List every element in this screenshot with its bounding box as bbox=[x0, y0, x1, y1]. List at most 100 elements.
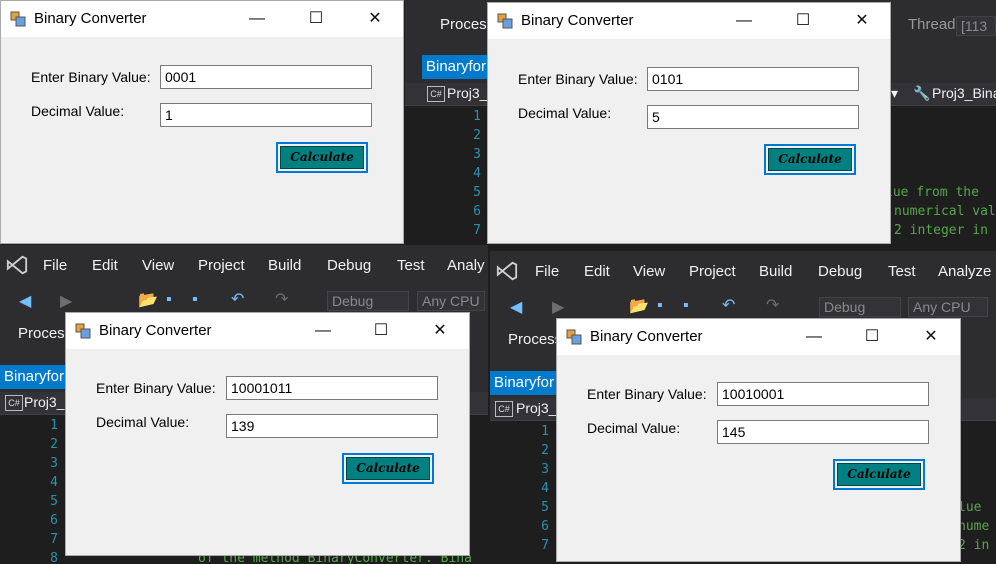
thread-label: Thread: bbox=[908, 16, 960, 33]
undo-icon[interactable]: ↶ bbox=[231, 289, 244, 309]
maximize-button[interactable]: ☐ bbox=[780, 3, 826, 39]
save-icon[interactable]: ▪ bbox=[166, 291, 172, 309]
project-nav[interactable]: Proj3_ bbox=[24, 394, 64, 410]
title-bar[interactable]: Binary Converter — ☐ ✕ bbox=[66, 313, 469, 349]
line-number: 7 bbox=[473, 223, 481, 238]
title-bar[interactable]: Binary Converter — ☐ ✕ bbox=[557, 319, 960, 355]
forward-icon[interactable]: ▶ bbox=[60, 291, 72, 311]
open-folder-icon[interactable]: 📂 bbox=[138, 290, 158, 310]
line-number: 6 bbox=[50, 513, 58, 528]
decimal-output[interactable]: 145 bbox=[717, 420, 929, 444]
menu-project[interactable]: Project bbox=[689, 263, 736, 280]
title-bar[interactable]: Binary Converter — ☐ ✕ bbox=[1, 1, 403, 37]
menu-project[interactable]: Project bbox=[198, 257, 245, 274]
undo-icon[interactable]: ↶ bbox=[722, 295, 735, 315]
menu-debug[interactable]: Debug bbox=[818, 263, 862, 280]
document-tab[interactable]: Binaryfor bbox=[422, 55, 491, 79]
menu-file[interactable]: File bbox=[43, 257, 67, 274]
menu-edit[interactable]: Edit bbox=[92, 257, 118, 274]
binary-converter-window: Binary Converter — ☐ ✕ Enter Binary Valu… bbox=[487, 2, 891, 244]
line-number: 2 bbox=[541, 443, 549, 458]
line-number: 4 bbox=[50, 475, 58, 490]
chevron-down-icon[interactable]: ▾ bbox=[891, 85, 898, 102]
binary-input[interactable]: 0001 bbox=[160, 65, 372, 89]
document-tab[interactable]: Binaryfor bbox=[0, 365, 69, 389]
binary-label: Enter Binary Value: bbox=[31, 69, 151, 85]
close-button[interactable]: ✕ bbox=[908, 319, 954, 355]
line-number: 5 bbox=[541, 500, 549, 515]
calculate-button[interactable]: Calculate bbox=[342, 453, 434, 484]
project-nav[interactable]: Proj3_ bbox=[516, 400, 556, 416]
menu-file[interactable]: File bbox=[535, 263, 559, 280]
line-number: 1 bbox=[473, 109, 481, 124]
line-number: 2 bbox=[50, 437, 58, 452]
menu-edit[interactable]: Edit bbox=[584, 263, 610, 280]
binary-input[interactable]: 10010001 bbox=[717, 382, 929, 406]
title-bar[interactable]: Binary Converter — ☐ ✕ bbox=[488, 3, 890, 39]
menu-view[interactable]: View bbox=[633, 263, 665, 280]
platform-combo[interactable]: Any CPU bbox=[417, 291, 485, 311]
close-button[interactable]: ✕ bbox=[417, 313, 463, 349]
maximize-button[interactable]: ☐ bbox=[849, 319, 895, 355]
process-label: Process bbox=[508, 331, 563, 348]
app-icon bbox=[75, 323, 91, 339]
save-icon[interactable]: ▪ bbox=[657, 297, 663, 315]
minimize-button[interactable]: — bbox=[791, 319, 837, 355]
menu-test[interactable]: Test bbox=[397, 257, 425, 274]
binary-input[interactable]: 0101 bbox=[647, 67, 859, 91]
binary-input[interactable]: 10001011 bbox=[226, 376, 438, 400]
line-number: 3 bbox=[50, 456, 58, 471]
thread-combo[interactable]: [113 bbox=[956, 16, 996, 36]
binary-converter-window: Binary Converter — ☐ ✕ Enter Binary Valu… bbox=[556, 318, 961, 562]
back-icon[interactable]: ◀ bbox=[19, 291, 31, 311]
menu-view[interactable]: View bbox=[142, 257, 174, 274]
code-comment: nume bbox=[958, 519, 990, 534]
minimize-button[interactable]: — bbox=[234, 1, 280, 37]
minimize-button[interactable]: — bbox=[721, 3, 767, 39]
decimal-output[interactable]: 5 bbox=[647, 105, 859, 129]
close-button[interactable]: ✕ bbox=[352, 1, 398, 37]
menu-analyze[interactable]: Analyze bbox=[938, 263, 991, 280]
wrench-icon: 🔧 bbox=[913, 85, 931, 101]
decimal-label: Decimal Value: bbox=[31, 103, 125, 119]
code-comment: lue from the bbox=[885, 185, 979, 200]
binary-label: Enter Binary Value: bbox=[518, 71, 638, 87]
line-number: 5 bbox=[50, 494, 58, 509]
project-nav-right[interactable]: Proj3_Bina bbox=[932, 85, 996, 101]
menu-analyze[interactable]: Analy bbox=[447, 257, 485, 274]
configuration-combo[interactable]: Debug bbox=[327, 291, 409, 311]
save-all-icon[interactable]: ▪ bbox=[683, 297, 689, 315]
minimize-button[interactable]: — bbox=[300, 313, 346, 349]
open-folder-icon[interactable]: 📂 bbox=[629, 296, 649, 316]
calculate-button[interactable]: Calculate bbox=[276, 142, 368, 173]
redo-icon[interactable]: ↷ bbox=[766, 295, 779, 315]
visual-studio-logo-icon bbox=[496, 261, 518, 281]
maximize-button[interactable]: ☐ bbox=[358, 313, 404, 349]
platform-combo[interactable]: Any CPU bbox=[908, 297, 988, 317]
close-button[interactable]: ✕ bbox=[839, 3, 885, 39]
menu-test[interactable]: Test bbox=[888, 263, 916, 280]
line-number: 3 bbox=[541, 462, 549, 477]
configuration-combo[interactable]: Debug bbox=[819, 297, 901, 317]
decimal-output[interactable]: 139 bbox=[226, 414, 438, 438]
save-all-icon[interactable]: ▪ bbox=[192, 291, 198, 309]
document-tab[interactable]: Binaryfor bbox=[490, 371, 559, 395]
redo-icon[interactable]: ↷ bbox=[275, 289, 288, 309]
menu-debug[interactable]: Debug bbox=[327, 257, 371, 274]
window-title: Binary Converter bbox=[521, 12, 634, 29]
calculate-button-label: Calculate bbox=[837, 463, 921, 486]
maximize-button[interactable]: ☐ bbox=[293, 1, 339, 37]
decimal-label: Decimal Value: bbox=[587, 420, 681, 436]
project-nav[interactable]: Proj3_ bbox=[447, 85, 487, 101]
csharp-icon: C# bbox=[495, 401, 513, 417]
back-icon[interactable]: ◀ bbox=[510, 297, 522, 317]
code-comment: 2 in bbox=[958, 538, 990, 553]
line-number: 1 bbox=[541, 424, 549, 439]
decimal-output[interactable]: 1 bbox=[160, 103, 372, 127]
forward-icon[interactable]: ▶ bbox=[552, 297, 564, 317]
binary-converter-window: Binary Converter — ☐ ✕ Enter Binary Valu… bbox=[0, 0, 404, 244]
calculate-button[interactable]: Calculate bbox=[764, 144, 856, 175]
menu-build[interactable]: Build bbox=[268, 257, 301, 274]
menu-build[interactable]: Build bbox=[759, 263, 792, 280]
calculate-button[interactable]: Calculate bbox=[833, 459, 925, 490]
